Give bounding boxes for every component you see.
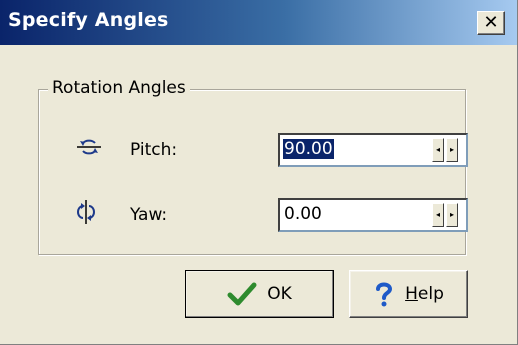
specify-angles-dialog: Specify Angles ✕ Rotation Angles Pitch: … — [0, 0, 518, 345]
pitch-increment-button[interactable]: ▸ — [446, 138, 458, 162]
yaw-input[interactable]: 0.00 — [283, 204, 323, 224]
yaw-rotation-icon — [77, 200, 95, 224]
arrow-left-icon: ◂ — [435, 210, 440, 219]
window-title: Specify Angles — [8, 9, 169, 31]
close-button[interactable]: ✕ — [477, 11, 505, 35]
help-label: Help — [405, 284, 444, 304]
arrow-right-icon: ▸ — [449, 145, 454, 154]
question-mark-icon — [376, 282, 393, 307]
yaw-decrement-button[interactable]: ◂ — [432, 203, 444, 227]
group-label: Rotation Angles — [48, 77, 190, 99]
yaw-label: Yaw: — [130, 205, 168, 225]
pitch-input[interactable]: 90.00 — [283, 139, 334, 159]
ok-label: OK — [267, 284, 292, 304]
title-bar[interactable]: Specify Angles ✕ — [0, 0, 517, 45]
pitch-rotation-icon — [77, 139, 101, 155]
checkmark-icon — [227, 282, 257, 306]
help-button[interactable]: Help — [349, 270, 468, 318]
arrow-right-icon: ▸ — [449, 210, 454, 219]
pitch-label: Pitch: — [130, 140, 178, 160]
ok-button[interactable]: OK — [185, 270, 334, 318]
close-icon: ✕ — [483, 12, 499, 33]
pitch-decrement-button[interactable]: ◂ — [432, 138, 444, 162]
arrow-left-icon: ◂ — [435, 145, 440, 154]
pitch-spin-field[interactable]: 90.00 ◂ ▸ — [278, 133, 468, 167]
yaw-increment-button[interactable]: ▸ — [446, 203, 458, 227]
yaw-spin-field[interactable]: 0.00 ◂ ▸ — [278, 198, 468, 232]
